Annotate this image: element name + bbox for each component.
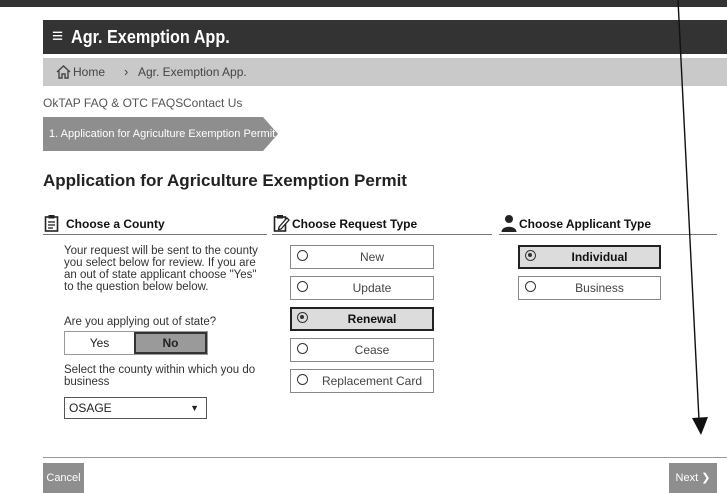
radio-icon xyxy=(525,281,536,292)
menu-icon[interactable]: ≡ xyxy=(52,26,63,48)
window-top-border xyxy=(0,0,727,7)
applicant-option-label: Business xyxy=(575,281,624,295)
request-option-label: Renewal xyxy=(347,312,397,326)
applicant-type-heading: Choose Applicant Type xyxy=(519,217,652,231)
page-title: Application for Agriculture Exemption Pe… xyxy=(43,171,407,190)
request-option-label: Replacement Card xyxy=(321,374,423,388)
radio-icon xyxy=(297,374,308,385)
request-type-heading-divider xyxy=(272,234,492,235)
applicant-option-business[interactable]: Business xyxy=(518,276,661,300)
next-button[interactable]: Next ❯ xyxy=(669,463,717,493)
county-select-value: OSAGE xyxy=(69,401,112,415)
yes-option[interactable]: Yes xyxy=(65,332,134,354)
request-option-label: Update xyxy=(352,281,392,295)
request-type-heading: Choose Request Type xyxy=(292,217,418,231)
clipboard-icon xyxy=(44,215,59,232)
contact-us-link[interactable]: Contact Us xyxy=(183,96,242,110)
breadcrumb-separator: › xyxy=(124,64,129,79)
county-select-question: Select the county within which you do bu… xyxy=(64,364,256,388)
app-header: ≡ Agr. Exemption App. xyxy=(43,20,727,54)
radio-icon xyxy=(297,281,308,292)
edit-icon xyxy=(273,215,290,232)
request-option-replacement-card[interactable]: Replacement Card xyxy=(290,369,434,393)
request-option-update[interactable]: Update xyxy=(290,276,434,300)
app-title: Agr. Exemption App. xyxy=(71,27,230,47)
radio-icon xyxy=(297,343,308,354)
out-of-state-toggle: Yes No xyxy=(64,331,208,355)
breadcrumb-home-link[interactable]: Home xyxy=(73,65,105,79)
request-option-renewal[interactable]: Renewal xyxy=(290,307,434,331)
breadcrumb: Home › Agr. Exemption App. xyxy=(43,58,727,86)
request-option-cease[interactable]: Cease xyxy=(290,338,434,362)
cancel-button[interactable]: Cancel xyxy=(43,463,84,493)
no-option[interactable]: No xyxy=(134,332,207,354)
county-heading: Choose a County xyxy=(66,217,165,231)
out-of-state-question: Are you applying out of state? xyxy=(64,316,217,328)
applicant-type-heading-divider xyxy=(499,234,717,235)
applicant-option-individual[interactable]: Individual xyxy=(518,245,661,269)
footer-divider xyxy=(43,457,727,458)
county-select[interactable]: OSAGE ▼ xyxy=(64,397,207,419)
breadcrumb-current[interactable]: Agr. Exemption App. xyxy=(138,65,247,79)
county-heading-divider xyxy=(43,234,267,235)
home-icon[interactable] xyxy=(56,65,71,79)
radio-selected-icon xyxy=(525,250,536,261)
applicant-option-label: Individual xyxy=(571,250,628,264)
step-indicator: 1. Application for Agriculture Exemption… xyxy=(43,117,278,151)
request-option-label: Cease xyxy=(354,343,390,357)
radio-selected-icon xyxy=(297,312,308,323)
chevron-down-icon: ▼ xyxy=(190,403,199,413)
request-option-label: New xyxy=(359,250,384,264)
request-option-new[interactable]: New xyxy=(290,245,434,269)
radio-icon xyxy=(297,250,308,261)
faq-link[interactable]: OkTAP FAQ & OTC FAQS xyxy=(43,96,183,110)
person-icon xyxy=(501,215,517,232)
county-description: Your request will be sent to the county … xyxy=(64,245,258,293)
